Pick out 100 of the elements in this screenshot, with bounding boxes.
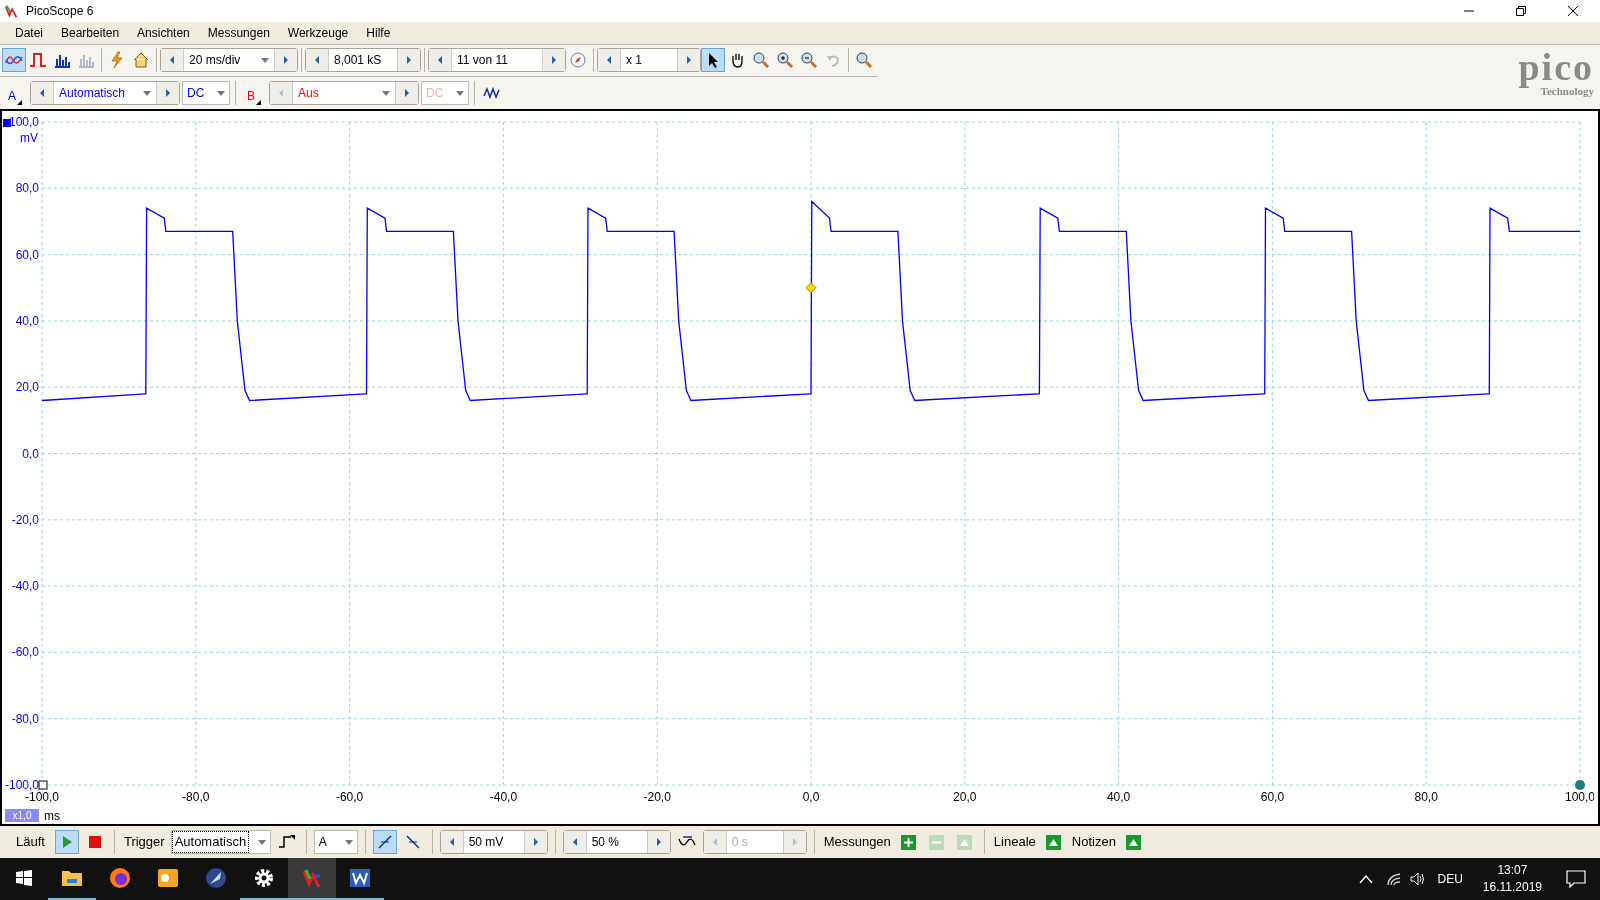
channel-marker-icon bbox=[3, 118, 11, 127]
source-field[interactable]: A bbox=[313, 830, 358, 854]
axis-label: -80,0 bbox=[11, 711, 39, 726]
value-text: 20 ms/div bbox=[189, 52, 241, 70]
value-field[interactable]: 50 mV bbox=[462, 831, 525, 853]
previous-button[interactable] bbox=[429, 49, 451, 72]
axis-label: 40,0 bbox=[15, 313, 39, 328]
tool-button[interactable] bbox=[701, 48, 725, 73]
gear-icon bbox=[253, 867, 275, 889]
zoom-in-icon bbox=[776, 51, 794, 70]
range-text: Aus bbox=[298, 84, 319, 102]
axis-label: 100,0 bbox=[1565, 789, 1594, 804]
next-button[interactable] bbox=[157, 81, 179, 104]
home-icon bbox=[132, 51, 150, 70]
previous-button[interactable] bbox=[31, 81, 53, 104]
trigger-marker-icon bbox=[805, 282, 817, 294]
menu-item[interactable]: Messungen bbox=[198, 24, 279, 42]
caret-icon bbox=[344, 837, 353, 847]
clock[interactable]: 13:07 16.11.2019 bbox=[1472, 862, 1552, 896]
pulse-icon bbox=[29, 51, 47, 70]
right-arrow-icon bbox=[405, 55, 413, 66]
mode-button[interactable] bbox=[2, 48, 26, 73]
waveform-app-icon bbox=[301, 867, 323, 889]
left-arrow-icon bbox=[605, 55, 613, 66]
windows-icon bbox=[15, 869, 33, 887]
axis-label: -40,0 bbox=[489, 789, 518, 804]
value-field[interactable]: 11 von 11 bbox=[451, 49, 543, 72]
channel-button[interactable]: A bbox=[2, 80, 28, 105]
previous-button[interactable] bbox=[306, 49, 328, 72]
trigger-mode-field[interactable]: Automatisch bbox=[170, 830, 271, 854]
previous-button[interactable] bbox=[563, 831, 586, 853]
value-field[interactable]: 20 ms/div bbox=[183, 49, 275, 72]
rulers-label: Lineale bbox=[992, 833, 1037, 852]
compass-icon bbox=[569, 51, 587, 70]
next-button[interactable] bbox=[647, 831, 670, 853]
value-text: 11 von 11 bbox=[457, 52, 508, 70]
falling-edge-icon bbox=[403, 833, 422, 851]
window-title: PicoScope 6 bbox=[26, 3, 94, 20]
value-text: 50 mV bbox=[468, 834, 504, 851]
close-icon bbox=[1568, 6, 1578, 16]
right-arrow-icon bbox=[164, 87, 172, 98]
next-button[interactable] bbox=[396, 81, 419, 104]
right-arrow-icon bbox=[654, 837, 663, 847]
menu-item[interactable]: Bearbeiten bbox=[52, 24, 129, 42]
axis-label: -20,0 bbox=[11, 512, 39, 527]
value-text: 0 s bbox=[731, 834, 748, 851]
time-text: 13:07 bbox=[1497, 862, 1528, 879]
next-button[interactable] bbox=[543, 49, 565, 72]
coupling-text: DC bbox=[187, 84, 205, 102]
right-arrow-icon bbox=[403, 87, 412, 98]
language-indicator[interactable]: DEU bbox=[1427, 870, 1473, 888]
edge-button[interactable] bbox=[372, 830, 397, 854]
edge-icon bbox=[277, 833, 296, 851]
browser-icon bbox=[109, 867, 131, 889]
left-arrow-icon bbox=[277, 87, 286, 98]
corner-icon bbox=[256, 99, 262, 105]
date-text: 16.11.2019 bbox=[1482, 879, 1542, 896]
next-button[interactable] bbox=[275, 49, 297, 72]
value-field[interactable]: 50 % bbox=[585, 831, 648, 853]
menu-item[interactable]: Ansichten bbox=[128, 24, 199, 42]
axis-label: -40,0 bbox=[11, 579, 39, 594]
left-arrow-icon bbox=[38, 87, 46, 98]
value-text: x 1 bbox=[626, 52, 642, 70]
menu-item[interactable]: Hilfe bbox=[357, 24, 400, 42]
axis-label: -60,0 bbox=[335, 789, 364, 804]
document-icon bbox=[349, 867, 371, 889]
stop-icon bbox=[88, 836, 101, 848]
corner-icon bbox=[17, 99, 22, 105]
next-button[interactable] bbox=[524, 831, 547, 853]
source-text: A bbox=[318, 834, 327, 851]
coupling-field[interactable]: DC bbox=[182, 80, 230, 105]
plus-icon bbox=[901, 834, 917, 850]
axis-label: -100,0 bbox=[25, 789, 59, 804]
axis-label: 40,0 bbox=[1106, 789, 1131, 804]
axis-label: -100,0 bbox=[4, 777, 39, 792]
menu-item[interactable]: Datei bbox=[6, 24, 52, 42]
run-button[interactable] bbox=[54, 830, 79, 854]
previous-button[interactable] bbox=[161, 49, 183, 72]
next-button[interactable] bbox=[398, 49, 420, 72]
axis-label: 80,0 bbox=[1414, 789, 1438, 804]
previous-button[interactable] bbox=[598, 49, 620, 72]
folder-icon bbox=[61, 868, 83, 888]
logo-tagline: Technology bbox=[1540, 84, 1594, 97]
zoom-out-icon bbox=[800, 51, 818, 70]
value-field[interactable]: 8,001 kS bbox=[328, 49, 398, 72]
right-arrow-icon bbox=[685, 55, 693, 66]
ruler-handle-icon[interactable] bbox=[1575, 779, 1585, 790]
status-text: Läuft bbox=[15, 833, 46, 852]
notes-label: Notizen bbox=[1070, 833, 1117, 852]
axis-label: 0,0 bbox=[22, 446, 39, 461]
left-arrow-icon bbox=[168, 55, 176, 66]
next-button[interactable] bbox=[678, 49, 700, 72]
channel-label: B bbox=[247, 87, 256, 105]
zoom-icon bbox=[855, 51, 873, 70]
menu-item[interactable]: Werkzeuge bbox=[278, 24, 358, 42]
zoom-icon bbox=[752, 51, 770, 70]
ruler-handle-icon[interactable] bbox=[38, 780, 48, 790]
axis-label: 0,0 bbox=[802, 789, 820, 804]
value-field[interactable]: x 1 bbox=[620, 49, 678, 72]
previous-button[interactable] bbox=[440, 831, 463, 853]
